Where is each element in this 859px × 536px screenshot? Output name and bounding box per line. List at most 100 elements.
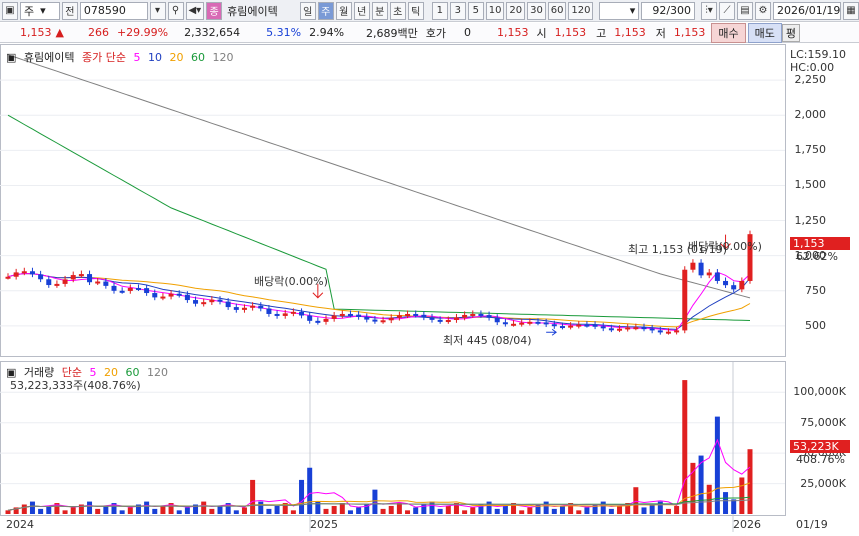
volume-bar — [95, 508, 101, 514]
candle-body — [470, 313, 476, 316]
candle-body — [233, 307, 239, 310]
market-select[interactable]: 주 ▾ — [20, 1, 60, 20]
volume-bar — [233, 510, 239, 514]
period-year[interactable]: 년 — [353, 1, 370, 20]
volume-bar — [462, 510, 468, 514]
speaker-icon[interactable]: ◀▾ — [185, 1, 205, 20]
period-month[interactable]: 월 — [335, 1, 352, 20]
volume-bar — [396, 503, 402, 514]
eval-button[interactable]: 평 — [781, 23, 801, 42]
quote-ratio: 2.94% — [309, 26, 345, 39]
date-field[interactable]: 2026/01/19 — [773, 1, 842, 20]
volume-bar — [649, 504, 655, 514]
volume-bar — [46, 505, 52, 514]
volume-bar — [388, 505, 394, 514]
volume-bar — [584, 507, 590, 514]
candle-body — [388, 317, 394, 321]
volume-bar — [413, 507, 419, 514]
period-tick[interactable]: 틱 — [407, 1, 424, 20]
interval-3[interactable]: 3 — [449, 1, 466, 20]
candle-body — [62, 279, 68, 284]
candle-body — [486, 315, 492, 318]
volume-bar — [339, 503, 345, 514]
candle-body — [437, 319, 443, 322]
volume-bar — [184, 507, 190, 514]
period-day[interactable]: 일 — [299, 1, 316, 20]
interval-5[interactable]: 5 — [467, 1, 484, 20]
period-minute[interactable]: 분 — [371, 1, 388, 20]
volume-bar — [217, 505, 223, 514]
annotation-high: 최고 1,153 (01/19) — [628, 243, 728, 256]
volume-bar — [266, 508, 272, 514]
interval-10[interactable]: 10 — [485, 1, 505, 20]
interval-60[interactable]: 60 — [547, 1, 567, 20]
candle-body — [429, 317, 435, 320]
candle-type-icon[interactable]: ⫶▾ — [701, 1, 718, 20]
volume-bar — [437, 508, 443, 514]
interval-20[interactable]: 20 — [506, 1, 526, 20]
interval-custom-input[interactable]: ▾ — [599, 1, 640, 20]
code-input[interactable]: 078590 — [79, 1, 148, 20]
candle-body — [641, 327, 647, 330]
interval-30[interactable]: 30 — [527, 1, 546, 20]
sell-button[interactable]: 매도 — [747, 22, 782, 43]
candle-body — [364, 316, 370, 320]
candle-body — [307, 315, 313, 321]
volume-bar — [527, 507, 533, 514]
current-price-tag: 1,153 — [790, 237, 850, 250]
quote-amount: 2,689백만 — [366, 26, 418, 40]
candle-body — [445, 320, 451, 323]
interval-1[interactable]: 1 — [431, 1, 448, 20]
vol-ma120-legend: 120 — [147, 366, 169, 379]
y-tick-label: 750 — [805, 283, 826, 297]
line-tool-icon[interactable]: ⟋ — [719, 1, 736, 20]
candle-body — [184, 294, 190, 301]
period-week[interactable]: 주 — [317, 1, 334, 20]
candle-body — [502, 322, 508, 325]
candle-body — [323, 318, 329, 322]
candle-body — [592, 324, 598, 327]
buy-button[interactable]: 매수 — [711, 22, 746, 43]
chart-area[interactable]: ▣ 휴림에이텍 종가 단순 5 10 20 60 120 LC:159.10 H… — [0, 44, 859, 536]
y-tick-label: 1,750 — [794, 143, 827, 157]
candle-body — [5, 276, 11, 279]
volume-bar — [682, 380, 688, 514]
volume-bar — [739, 477, 745, 514]
y-tick-label: 500 — [805, 318, 826, 332]
volume-bar — [250, 479, 256, 514]
calendar-icon[interactable]: ▦ — [843, 1, 859, 20]
volume-bar — [502, 505, 508, 514]
stock-type-badge: 종 — [206, 1, 223, 20]
candle-body — [617, 328, 623, 331]
y-tick-label: 2,000 — [794, 108, 827, 122]
code-dropdown-icon[interactable]: ▾ — [149, 1, 166, 20]
x-label-end: 01/19 — [796, 518, 828, 531]
candle-body — [633, 327, 639, 330]
candle-body — [413, 313, 419, 316]
chart-icon[interactable]: ▣ — [2, 1, 18, 20]
candle-body — [21, 271, 27, 274]
count-field[interactable]: 92/300 — [641, 1, 696, 20]
candle-body — [625, 327, 631, 330]
quote-turnover: 5.31% — [266, 26, 302, 39]
candle-body — [225, 301, 231, 308]
save-icon[interactable]: ▤ — [737, 1, 754, 20]
volume-tick-label: 25,000K — [800, 476, 846, 490]
candle-body — [144, 288, 150, 294]
period-second[interactable]: 초 — [389, 1, 406, 20]
volume-bar — [731, 499, 737, 514]
prev-button[interactable]: 전 — [61, 1, 78, 20]
settings-icon[interactable]: ⚙ — [755, 1, 772, 20]
panel-icon: ▣ — [6, 51, 17, 64]
quote-change: 266 — [87, 26, 109, 39]
search-icon[interactable]: ⚲ — [167, 1, 184, 20]
volume-bar — [405, 510, 411, 514]
volume-bar — [5, 510, 11, 514]
candle-body — [731, 285, 737, 290]
price-volume-chart[interactable] — [0, 44, 859, 536]
candle-body — [70, 275, 76, 280]
candle-body — [551, 324, 557, 327]
candle-body — [462, 314, 468, 318]
interval-120[interactable]: 120 — [568, 1, 594, 20]
volume-bar — [144, 501, 150, 514]
